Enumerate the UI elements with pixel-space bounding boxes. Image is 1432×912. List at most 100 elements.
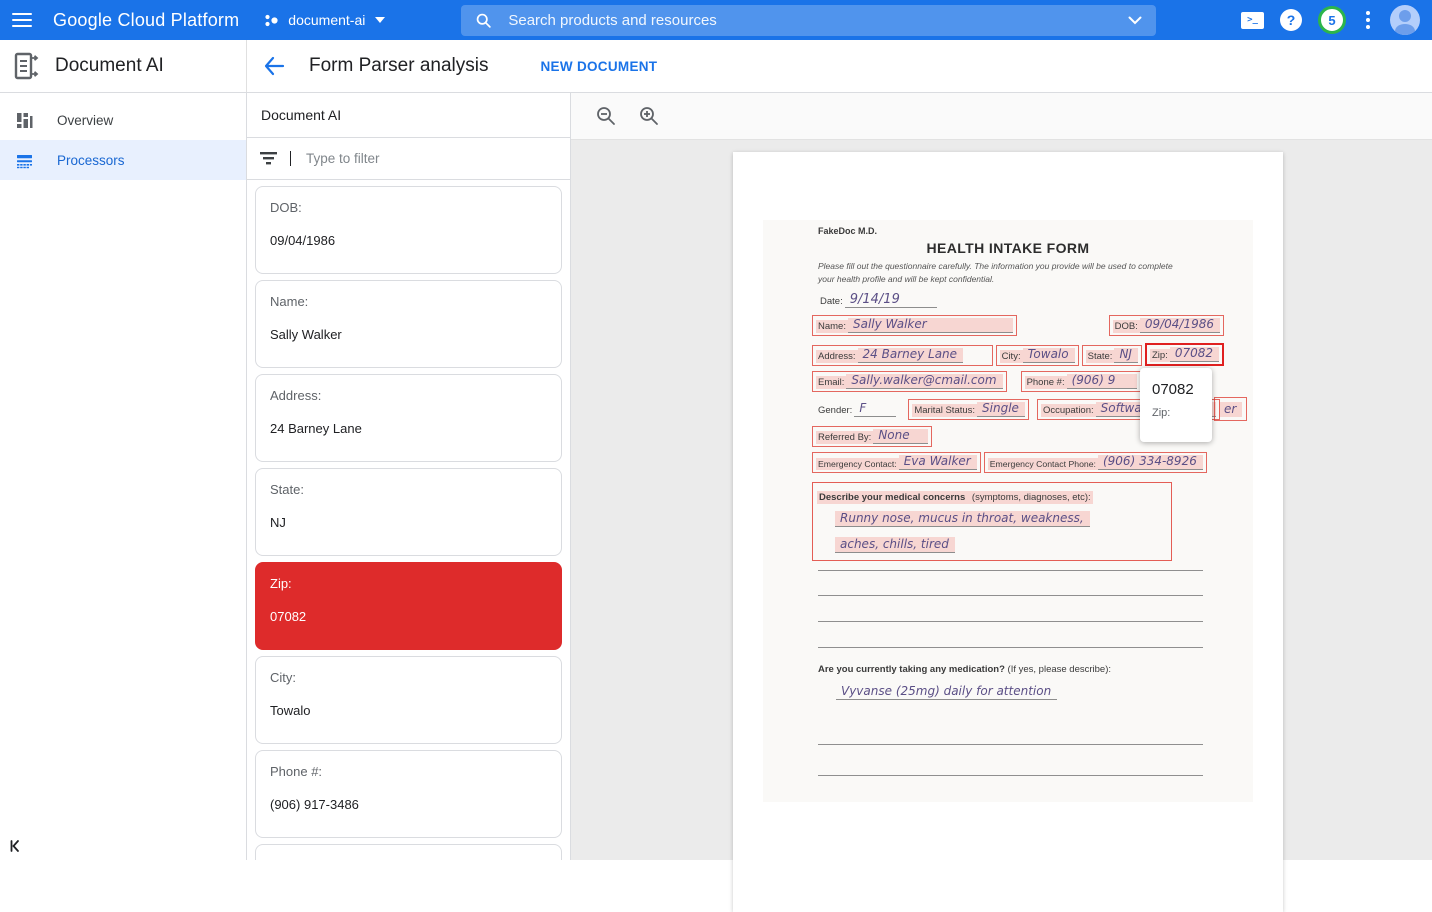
cloud-shell-icon[interactable]: >_	[1241, 12, 1264, 29]
referred-by-label: Referred By:	[816, 431, 873, 444]
ruled-line	[818, 621, 1203, 622]
medication-question-rest: (If yes, please describe):	[1005, 664, 1111, 675]
form-row-emergency: Emergency Contact: Eva Walker Emergency …	[812, 452, 1207, 473]
back-button[interactable]	[263, 56, 285, 76]
medical-concerns-annotation[interactable]: Describe your medical concerns (symptoms…	[812, 482, 1172, 561]
field-card-label: City:	[270, 670, 547, 685]
gcp-logo[interactable]: Google Cloud Platform	[53, 10, 239, 31]
hamburger-menu-icon[interactable]	[0, 0, 44, 40]
medical-concerns-label: Describe your medical concerns (symptoms…	[813, 483, 1171, 505]
overflow-menu-icon[interactable]	[1362, 7, 1374, 33]
occupation-value-continued-annotation[interactable]: er	[1214, 397, 1247, 421]
state-value: NJ	[1114, 348, 1138, 363]
sidebar-item-overview[interactable]: Overview	[0, 100, 246, 140]
emergency-contact-field-annotation[interactable]: Emergency Contact: Eva Walker	[812, 452, 981, 473]
medical-concerns-line1: Runny nose, mucus in throat, weakness,	[835, 511, 1090, 527]
field-card-value: Towalo	[270, 703, 547, 718]
medical-concerns-label-bold: Describe your medical concerns	[817, 491, 967, 504]
form-row-contact: Email: Sally.walker@cmail.com Phone #: (…	[812, 371, 1141, 392]
field-card-value: 09/04/1986	[270, 233, 547, 248]
email-field-annotation[interactable]: Email: Sally.walker@cmail.com	[812, 371, 1007, 392]
document-page[interactable]: FakeDoc M.D. HEALTH INTAKE FORM Please f…	[733, 152, 1283, 912]
phone-value: (906) 9	[1067, 374, 1137, 389]
document-ai-icon	[12, 51, 40, 81]
referred-by-field-annotation[interactable]: Referred By: None	[812, 426, 932, 447]
phone-label: Phone #:	[1025, 376, 1067, 389]
form-row-address: Address: 24 Barney Lane City: Towalo Sta…	[812, 343, 1224, 366]
field-card-value: 24 Barney Lane	[270, 421, 547, 436]
sidebar-item-processors[interactable]: Processors	[0, 140, 246, 180]
tooltip-label: Zip:	[1152, 407, 1212, 419]
field-card[interactable]: State: NJ	[255, 468, 562, 556]
medical-concerns-line2: aches, chills, tired	[835, 537, 955, 553]
medication-value: Vyvanse (25mg) daily for attention	[836, 684, 1057, 700]
zip-hover-tooltip: 07082 Zip:	[1140, 368, 1212, 442]
gender-value: F	[854, 402, 896, 417]
field-card[interactable]: Address: 24 Barney Lane	[255, 374, 562, 462]
address-field-annotation[interactable]: Address: 24 Barney Lane	[812, 345, 993, 366]
zoom-out-button[interactable]	[596, 106, 616, 126]
zoom-in-button[interactable]	[639, 106, 659, 126]
form-instructions-line2: your health profile and will be kept con…	[818, 273, 994, 286]
global-search[interactable]	[461, 5, 1156, 36]
state-field-annotation[interactable]: State: NJ	[1082, 345, 1142, 366]
medication-question: Are you currently taking any medication?…	[818, 664, 1111, 675]
gender-label: Gender:	[816, 404, 854, 417]
marital-status-field-annotation[interactable]: Marital Status: Single	[908, 399, 1029, 420]
ruled-line	[818, 775, 1203, 776]
filter-input[interactable]	[304, 150, 557, 167]
emergency-phone-value: (906) 334-8926	[1098, 455, 1203, 470]
emergency-phone-label: Emergency Contact Phone:	[988, 458, 1098, 470]
address-label: Address:	[816, 350, 858, 363]
sidebar-item-label: Overview	[57, 113, 113, 128]
ruled-line	[818, 647, 1203, 648]
collapse-sidebar-button[interactable]	[8, 838, 24, 854]
occupation-value-continued: er	[1219, 402, 1242, 417]
date-label: Date:	[818, 295, 845, 308]
form-row-name-dob: Name: Sally Walker DOB: 09/04/1986	[812, 315, 1224, 336]
user-avatar[interactable]	[1390, 5, 1420, 35]
emergency-contact-label: Emergency Contact:	[816, 458, 899, 470]
dob-label: DOB:	[1113, 320, 1140, 333]
filter-icon	[260, 152, 277, 165]
top-app-bar: Google Cloud Platform document-ai >_ ? 5	[0, 0, 1432, 40]
left-nav: Overview Processors	[0, 93, 247, 860]
occupation-label: Occupation:	[1041, 404, 1096, 417]
page-header: Document AI Form Parser analysis NEW DOC…	[0, 40, 1432, 93]
email-value: Sally.walker@cmail.com	[846, 374, 1002, 389]
field-card-value: NJ	[270, 515, 547, 530]
field-card-partial[interactable]	[255, 844, 562, 860]
fields-panel-title: Document AI	[247, 93, 570, 138]
extracted-fields-panel: Document AI DOB: 09/04/1986 Name: Sally …	[247, 93, 571, 860]
topbar-actions: >_ ? 5	[1241, 5, 1432, 35]
city-field-annotation[interactable]: City: Towalo	[996, 345, 1079, 366]
field-card[interactable]: Phone #: (906) 917-3486	[255, 750, 562, 838]
filter-bar	[247, 138, 570, 180]
emergency-contact-value: Eva Walker	[899, 455, 977, 470]
help-icon[interactable]: ?	[1280, 9, 1302, 31]
zip-field-annotation-selected[interactable]: Zip: 07082	[1145, 343, 1224, 366]
medical-concerns-label-rest: (symptoms, diagnoses, etc):	[967, 491, 1092, 504]
emergency-phone-field-annotation[interactable]: Emergency Contact Phone: (906) 334-8926	[984, 452, 1207, 473]
city-label: City:	[1000, 350, 1023, 363]
project-name: document-ai	[288, 12, 365, 28]
date-value: 9/14/19	[845, 293, 937, 308]
marital-status-label: Marital Status:	[912, 404, 977, 417]
project-selector[interactable]: document-ai	[263, 12, 385, 29]
search-input[interactable]	[506, 11, 1128, 30]
name-field-annotation[interactable]: Name: Sally Walker	[812, 315, 1017, 336]
name-label: Name:	[816, 320, 848, 333]
field-card-value: 07082	[270, 609, 547, 624]
search-expand-chevron-icon[interactable]	[1128, 16, 1142, 25]
field-card[interactable]: City: Towalo	[255, 656, 562, 744]
phone-field-annotation[interactable]: Phone #: (906) 9	[1021, 371, 1141, 392]
dob-field-annotation[interactable]: DOB: 09/04/1986	[1109, 315, 1224, 336]
tooltip-value: 07082	[1152, 381, 1212, 398]
field-card[interactable]: Name: Sally Walker	[255, 280, 562, 368]
field-card[interactable]: DOB: 09/04/1986	[255, 186, 562, 274]
form-row-referred: Referred By: None	[812, 426, 932, 447]
new-document-button[interactable]: NEW DOCUMENT	[535, 58, 664, 75]
notifications-badge[interactable]: 5	[1318, 6, 1346, 34]
processors-icon	[15, 151, 34, 170]
field-card[interactable]: Zip: 07082	[255, 562, 562, 650]
